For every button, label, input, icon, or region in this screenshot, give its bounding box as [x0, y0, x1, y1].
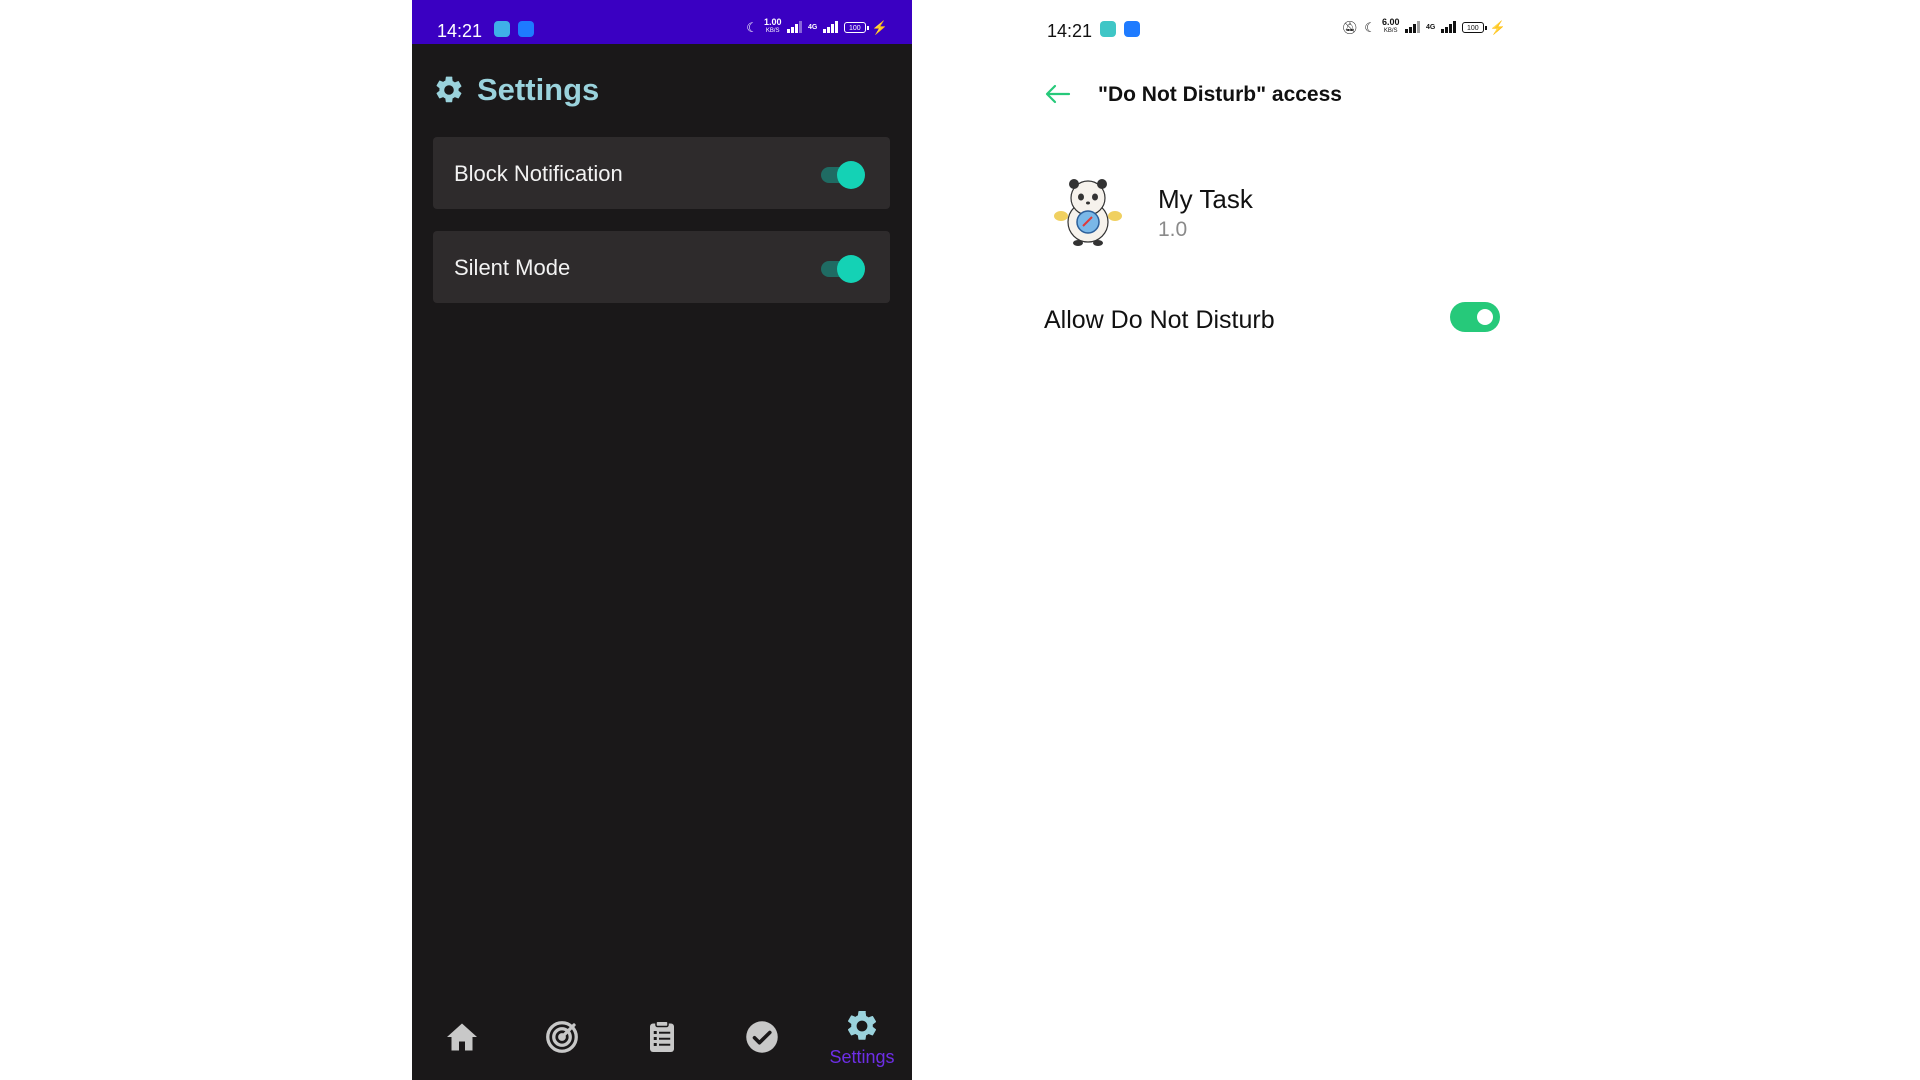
nav-completed[interactable] — [712, 996, 812, 1080]
block-notification-toggle[interactable] — [821, 161, 865, 189]
message-notification-icon — [1100, 21, 1116, 37]
nav-tasks[interactable] — [612, 996, 712, 1080]
app-version: 1.0 — [1158, 218, 1188, 241]
toggle-thumb — [837, 255, 865, 283]
network-type: 4G — [807, 23, 818, 31]
allow-dnd-label: Allow Do Not Disturb — [1044, 306, 1275, 334]
network-speed: 1.00 KB/S — [763, 17, 782, 35]
status-bar: 14:21 ☾ 1.00 KB/S 4G 100 ⚡ — [412, 0, 912, 44]
top-app-bar: "Do Not Disturb" access — [1022, 76, 1522, 112]
allow-dnd-row[interactable]: Allow Do Not Disturb — [1044, 300, 1500, 340]
network-speed: 6.00 KB/S — [1381, 17, 1400, 35]
setting-label: Block Notification — [454, 161, 623, 186]
bell-off-icon: 🔕︎ — [1341, 19, 1359, 35]
settings-gear-icon — [847, 1010, 877, 1040]
back-arrow-icon[interactable] — [1044, 82, 1072, 106]
nav-settings-label: Settings — [829, 1047, 895, 1067]
page-title: "Do Not Disturb" access — [1098, 83, 1342, 106]
status-time: 14:21 — [437, 21, 483, 41]
app-notification-icon — [1124, 21, 1140, 37]
nav-settings[interactable]: Settings — [812, 996, 912, 1080]
app-notification-icon — [518, 21, 534, 37]
battery-icon: 100 — [1461, 21, 1487, 33]
home-icon — [447, 1023, 477, 1051]
do-not-disturb-moon-icon: ☾ — [746, 19, 758, 35]
status-icons: 🔕︎ ☾ 6.00 KB/S 4G 100 ⚡ — [1342, 18, 1506, 36]
signal-icon — [787, 21, 802, 33]
nav-home[interactable] — [412, 996, 512, 1080]
app-name: My Task — [1158, 184, 1253, 214]
gear-icon — [436, 76, 462, 103]
battery-icon: 100 — [843, 21, 869, 33]
charging-bolt-icon: ⚡ — [871, 19, 888, 35]
check-circle-icon — [746, 1021, 778, 1053]
system-dnd-access-screen: 14:21 🔕︎ ☾ 6.00 KB/S 4G 100 ⚡ "Do Not Di… — [1022, 0, 1522, 1080]
toggle-thumb — [837, 161, 865, 189]
signal-icon-2 — [823, 21, 838, 33]
page-title: Settings — [477, 72, 600, 107]
panda-app-icon — [1054, 179, 1122, 246]
network-type: 4G — [1425, 23, 1436, 31]
silent-mode-toggle[interactable] — [821, 255, 865, 283]
page-header: Settings — [433, 70, 599, 110]
allow-dnd-toggle[interactable] — [1450, 302, 1500, 332]
do-not-disturb-moon-icon: ☾ — [1364, 19, 1376, 35]
app-settings-screen: 14:21 ☾ 1.00 KB/S 4G 100 ⚡ Settings Bloc… — [412, 0, 912, 1080]
app-info: My Task 1.0 — [1050, 172, 1500, 252]
status-bar: 14:21 🔕︎ ☾ 6.00 KB/S 4G 100 ⚡ — [1022, 0, 1522, 44]
charging-bolt-icon: ⚡ — [1489, 19, 1506, 35]
setting-label: Silent Mode — [454, 255, 571, 280]
bottom-navigation: Settings — [412, 996, 912, 1080]
message-notification-icon — [494, 21, 510, 37]
nav-goals[interactable] — [512, 996, 612, 1080]
signal-icon — [1405, 21, 1420, 33]
signal-icon-2 — [1441, 21, 1456, 33]
clipboard-list-icon — [650, 1020, 674, 1052]
toggle-thumb — [1477, 309, 1493, 325]
status-time: 14:21 — [1047, 21, 1093, 41]
target-icon — [546, 1021, 578, 1053]
status-icons: ☾ 1.00 KB/S 4G 100 ⚡ — [746, 18, 888, 36]
setting-silent-mode[interactable]: Silent Mode — [433, 231, 890, 303]
setting-block-notification[interactable]: Block Notification — [433, 137, 890, 209]
